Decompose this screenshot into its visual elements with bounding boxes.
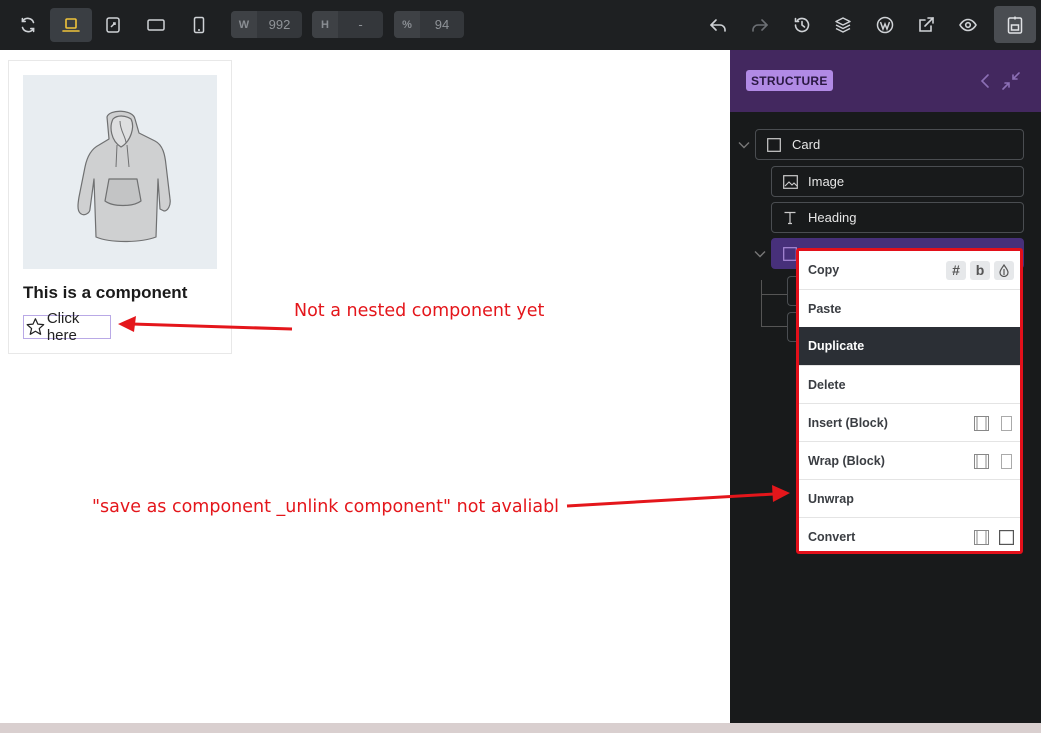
- zoom-field[interactable]: % 94: [394, 11, 464, 38]
- annotation-nested-note: Not a nested component yet: [294, 301, 545, 321]
- bottom-strip: [0, 723, 1041, 733]
- structure-panel-header: STRUCTURE: [730, 50, 1041, 112]
- structure-node-label: Image: [808, 174, 845, 189]
- open-frontend-button[interactable]: [906, 8, 946, 42]
- layers-icon: [835, 17, 851, 33]
- chevron-left-icon[interactable]: [975, 70, 997, 92]
- menu-item-convert[interactable]: Convert: [799, 517, 1020, 555]
- mobile-breakpoint-button[interactable]: [179, 8, 219, 42]
- menu-item-duplicate[interactable]: Duplicate: [799, 327, 1020, 365]
- eye-icon: [959, 18, 977, 32]
- menu-item-wrap-block[interactable]: Wrap (Block): [799, 441, 1020, 479]
- heading-icon: [782, 210, 798, 226]
- chevron-down-icon[interactable]: [753, 247, 767, 261]
- droplet-icon: [999, 263, 1009, 277]
- block-icon[interactable]: [974, 453, 989, 469]
- card-component[interactable]: This is a component Click here: [8, 60, 232, 354]
- structure-node-card[interactable]: Card: [755, 129, 1024, 160]
- menu-item-unwrap[interactable]: Unwrap: [799, 479, 1020, 517]
- card-button-label: Click here: [46, 310, 80, 344]
- tablet-icon: [147, 19, 165, 31]
- image-icon: [782, 174, 798, 190]
- structure-title: STRUCTURE: [746, 70, 833, 91]
- width-field[interactable]: W 992: [231, 11, 302, 38]
- menu-item-delete[interactable]: Delete: [799, 365, 1020, 403]
- laptop-breakpoint-button[interactable]: [50, 8, 92, 42]
- hoodie-illustration: [77, 110, 171, 243]
- redo-icon: [752, 19, 768, 32]
- square-icon: [766, 137, 782, 153]
- external-link-icon: [919, 17, 934, 32]
- context-menu: Copy # b Paste Duplicate Delete Insert (…: [796, 248, 1023, 554]
- insert-options: [974, 404, 1014, 442]
- history-button[interactable]: [782, 8, 822, 42]
- zoom-input[interactable]: 94: [420, 11, 464, 38]
- menu-item-paste[interactable]: Paste: [799, 289, 1020, 327]
- collapse-icon[interactable]: [1000, 70, 1022, 92]
- menu-item-label: Paste: [808, 301, 842, 316]
- preview-button[interactable]: [948, 8, 988, 42]
- menu-item-label: Delete: [808, 377, 846, 392]
- card-image[interactable]: [23, 75, 217, 269]
- undo-button[interactable]: [698, 8, 738, 42]
- redo-button[interactable]: [740, 8, 780, 42]
- annotation-unavailable-note: "save as component _unlink component" no…: [92, 497, 560, 517]
- zoom-label: %: [394, 11, 420, 38]
- refresh-icon: [21, 17, 35, 33]
- menu-item-copy[interactable]: Copy # b: [799, 251, 1020, 289]
- copy-id-button[interactable]: #: [946, 260, 966, 280]
- square-icon[interactable]: [999, 529, 1014, 545]
- copy-shortcuts: # b: [946, 251, 1014, 289]
- width-label: W: [231, 11, 257, 38]
- width-input[interactable]: 992: [257, 11, 302, 38]
- container-icon[interactable]: [999, 453, 1014, 469]
- structure-node-heading[interactable]: Heading: [771, 202, 1024, 233]
- structure-node-image[interactable]: Image: [771, 166, 1024, 197]
- copy-style-button[interactable]: [994, 260, 1014, 280]
- menu-item-label: Convert: [808, 529, 856, 544]
- chevron-down-icon[interactable]: [737, 138, 751, 152]
- menu-item-label: Duplicate: [808, 339, 865, 353]
- menu-item-label: Insert (Block): [808, 415, 888, 430]
- star-icon: [26, 318, 45, 335]
- layers-button[interactable]: [823, 8, 863, 42]
- save-icon: [1007, 16, 1023, 34]
- history-icon: [794, 17, 810, 33]
- refresh-button[interactable]: [8, 8, 48, 42]
- wrap-options: [974, 442, 1014, 480]
- card-heading[interactable]: This is a component: [23, 283, 187, 303]
- menu-item-label: Wrap (Block): [808, 453, 885, 468]
- height-input[interactable]: -: [338, 11, 383, 38]
- menu-item-label: Unwrap: [808, 491, 854, 506]
- convert-options: [974, 518, 1014, 556]
- undo-icon: [710, 19, 726, 32]
- height-label: H: [312, 11, 338, 38]
- wordpress-button[interactable]: [865, 8, 905, 42]
- card-button[interactable]: Click here: [23, 310, 111, 344]
- wordpress-icon: [876, 16, 894, 34]
- save-button[interactable]: [994, 6, 1036, 43]
- mobile-icon: [193, 16, 205, 34]
- top-toolbar: W 992 H - % 94: [0, 0, 1041, 50]
- menu-item-insert-block[interactable]: Insert (Block): [799, 403, 1020, 441]
- tablet-landscape-breakpoint-button[interactable]: [93, 8, 133, 42]
- structure-node-label: Card: [792, 137, 821, 152]
- block-icon[interactable]: [974, 415, 989, 431]
- tablet-breakpoint-button[interactable]: [136, 8, 176, 42]
- block-icon[interactable]: [974, 529, 989, 545]
- height-field[interactable]: H -: [312, 11, 383, 38]
- tablet-landscape-icon: [106, 17, 120, 33]
- structure-node-label: Heading: [808, 210, 857, 225]
- app-root: W 992 H - % 94 This is a component Click…: [0, 0, 1041, 733]
- copy-bold-button[interactable]: b: [970, 260, 990, 280]
- builder-canvas[interactable]: This is a component Click here: [0, 50, 730, 723]
- tree-connector: [761, 294, 787, 295]
- tree-connector: [761, 326, 787, 327]
- laptop-icon: [62, 18, 80, 32]
- tree-connector: [761, 280, 762, 326]
- menu-item-label: Copy: [808, 263, 840, 277]
- container-icon[interactable]: [999, 415, 1014, 431]
